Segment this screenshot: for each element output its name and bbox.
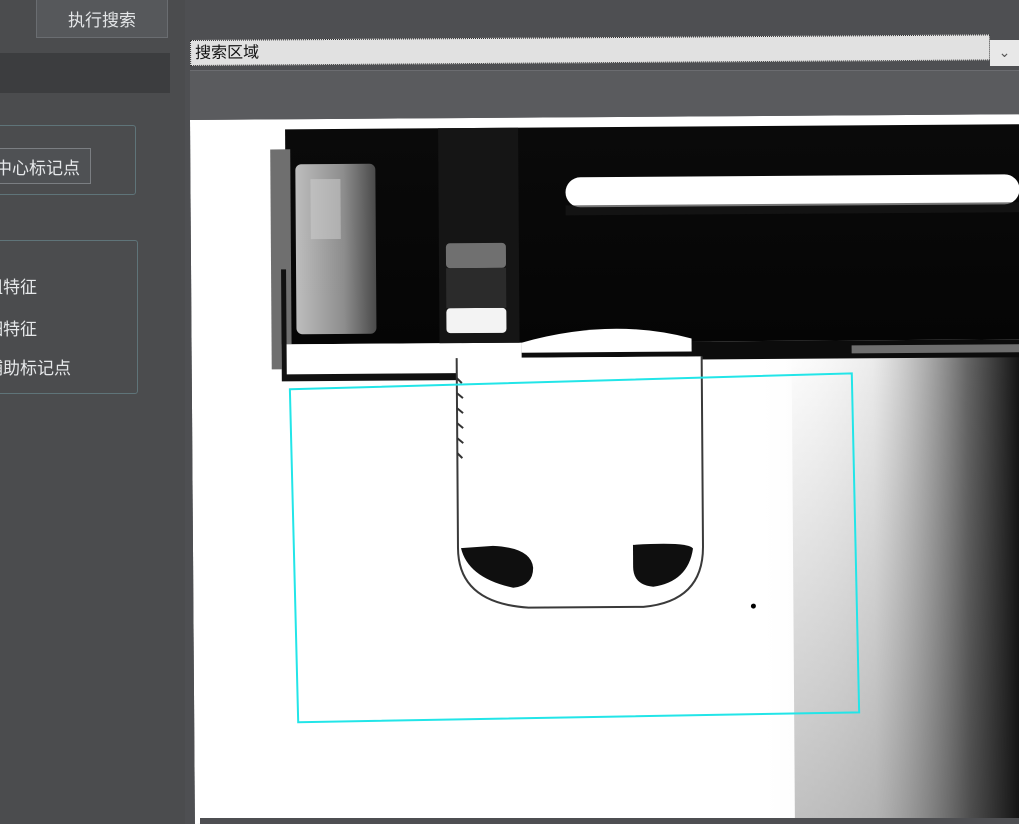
app-window: 执行搜索 中心标记点 粗特征 细特征 辅助标记点 搜索区域 ⌄ xyxy=(0,0,1019,824)
center-marker-button[interactable]: 中心标记点 xyxy=(0,148,91,184)
execute-search-button[interactable]: 执行搜索 xyxy=(36,0,168,38)
camera-image-view[interactable] xyxy=(190,114,1019,824)
left-control-panel: 执行搜索 中心标记点 粗特征 细特征 辅助标记点 xyxy=(0,0,185,824)
bottom-edge xyxy=(200,818,1019,824)
panel-header-bar xyxy=(0,53,170,93)
aux-marker-option[interactable]: 辅助标记点 xyxy=(0,354,71,379)
chevron-down-icon[interactable]: ⌄ xyxy=(990,40,1019,66)
camera-image xyxy=(190,114,1019,824)
search-region-select[interactable]: 搜索区域 xyxy=(190,34,991,66)
coarse-feature-option[interactable]: 粗特征 xyxy=(0,273,37,298)
fine-feature-option[interactable]: 细特征 xyxy=(0,315,37,340)
